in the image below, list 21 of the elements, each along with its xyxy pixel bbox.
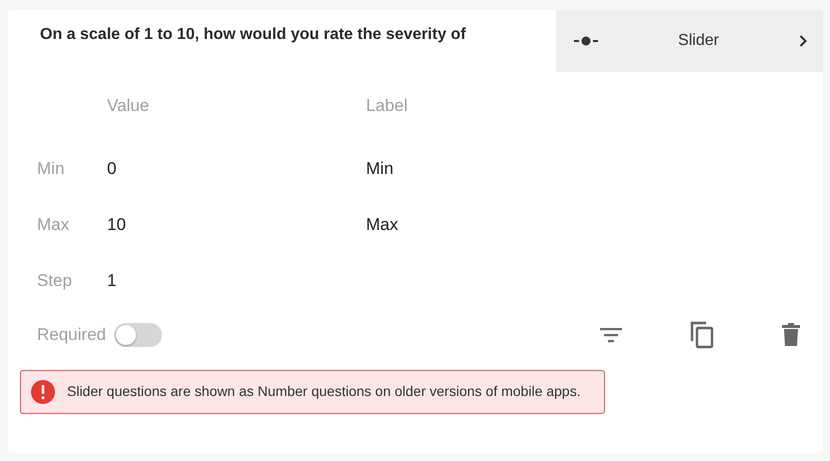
copy-icon[interactable]: [689, 320, 715, 348]
label-field[interactable]: Min: [366, 156, 566, 182]
slider-icon: [574, 36, 598, 46]
value-field[interactable]: 1: [107, 268, 307, 294]
value-field[interactable]: 10: [107, 212, 307, 238]
row-label: Min: [37, 158, 64, 178]
row-label: Max: [37, 214, 70, 234]
required-toggle[interactable]: [114, 322, 162, 346]
value-field[interactable]: 0: [107, 156, 307, 182]
filter-icon[interactable]: [599, 326, 623, 344]
required-label: Required: [37, 324, 106, 346]
column-header: Label: [366, 96, 408, 115]
delete-icon[interactable]: [781, 322, 801, 346]
label-field[interactable]: Max: [366, 212, 566, 238]
chevron-right-icon: [799, 35, 807, 47]
error-icon: [31, 380, 55, 404]
column-header: Value: [107, 96, 150, 115]
question-title: On a scale of 1 to 10, how would you rate the severity of: [39, 25, 467, 45]
warning-text: Slider questions are shown as Number questions on older versions of mobile apps.: [67, 382, 581, 401]
row-label: Step: [37, 270, 72, 290]
question-type-dropdown[interactable]: Slider: [556, 10, 823, 72]
